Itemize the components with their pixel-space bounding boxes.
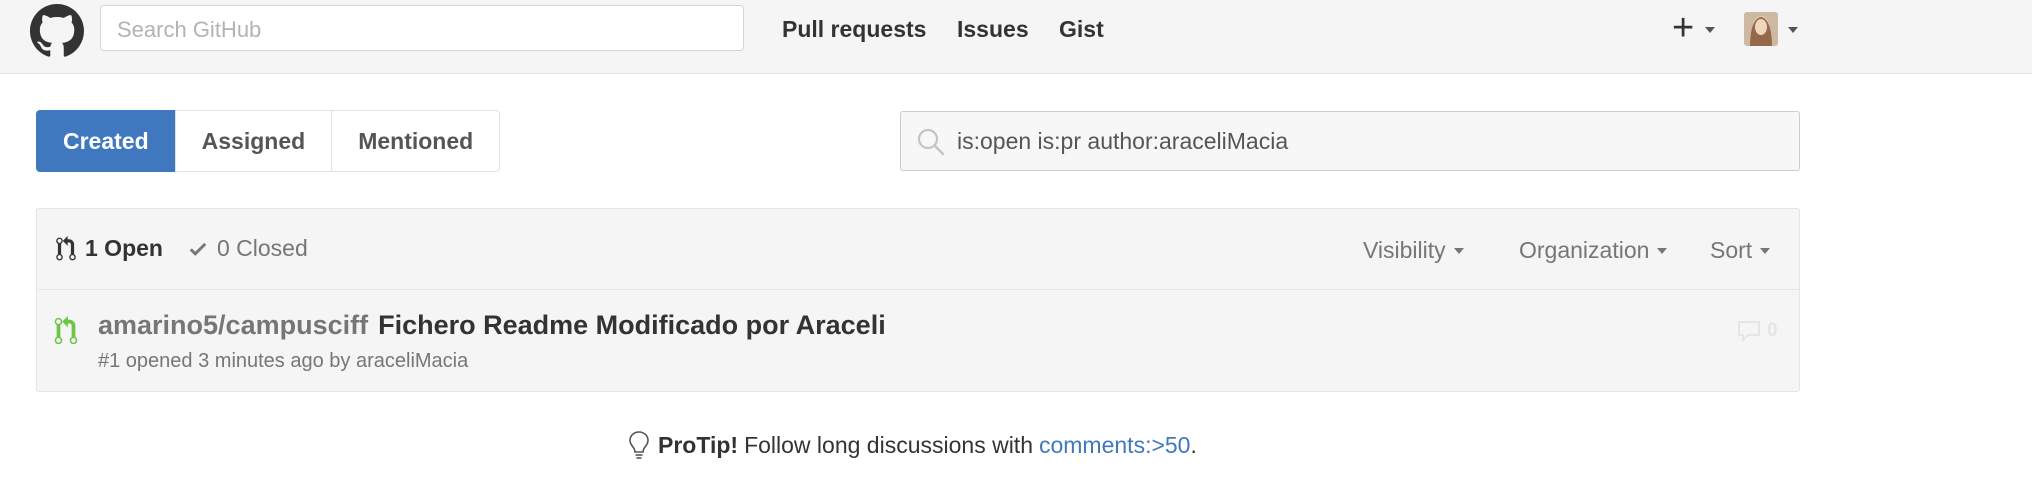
open-pull-request-icon	[54, 316, 78, 345]
protip-label: ProTip!	[658, 431, 739, 458]
avatar-image	[1744, 12, 1778, 46]
create-new-button[interactable]: +	[1672, 4, 1715, 52]
filter-search-input[interactable]: is:open is:pr author:araceliMacia	[900, 111, 1800, 171]
list-header: 1 Open 0 Closed Visibility Organization …	[37, 209, 1799, 290]
light-bulb-icon	[629, 431, 649, 459]
pr-title-link[interactable]: Fichero Readme Modificado por Araceli	[378, 310, 886, 340]
pr-meta: #1 opened 3 minutes ago by araceliMacia	[98, 350, 469, 372]
nav-pull-requests[interactable]: Pull requests	[782, 16, 926, 43]
search-icon	[917, 128, 945, 156]
protip: ProTip! Follow long discussions with com…	[628, 430, 1197, 460]
closed-count-label: 0 Closed	[216, 235, 308, 261]
tab-mentioned[interactable]: Mentioned	[331, 110, 501, 172]
repo-link[interactable]: amarino5/campusciff	[98, 310, 368, 340]
visibility-dropdown[interactable]: Visibility	[1363, 237, 1464, 264]
pull-request-icon	[56, 235, 76, 260]
organization-dropdown[interactable]: Organization	[1519, 237, 1668, 264]
chevron-down-icon	[1453, 247, 1464, 254]
protip-link[interactable]: comments:>50	[1039, 432, 1191, 459]
comments-count-label: 0	[1767, 320, 1778, 341]
issues-subnav: Created Assigned Mentioned	[36, 110, 501, 172]
pull-requests-list: 1 Open 0 Closed Visibility Organization …	[36, 208, 1800, 392]
nav-gist[interactable]: Gist	[1059, 16, 1104, 43]
nav-issues[interactable]: Issues	[957, 16, 1029, 43]
check-icon	[189, 242, 207, 256]
github-logo-icon[interactable]	[30, 4, 84, 58]
site-header: Search GitHub Pull requests Issues Gist …	[0, 0, 2032, 74]
sort-label: Sort	[1710, 237, 1753, 263]
protip-period: .	[1190, 431, 1197, 458]
visibility-label: Visibility	[1363, 237, 1446, 263]
comments-count[interactable]: 0	[1737, 320, 1778, 342]
plus-icon: +	[1672, 7, 1695, 49]
state-toggle: 1 Open 0 Closed	[55, 235, 308, 262]
chevron-down-icon	[1760, 247, 1771, 254]
closed-filter-link[interactable]: 0 Closed	[187, 235, 308, 262]
filter-query: is:open is:pr author:araceliMacia	[957, 128, 1289, 154]
protip-text: Follow long discussions with	[744, 431, 1033, 458]
chevron-down-icon	[1704, 26, 1715, 33]
chevron-down-icon	[1657, 247, 1668, 254]
pr-title-line: amarino5/campusciff Fichero Readme Modifi…	[98, 310, 886, 341]
avatar[interactable]	[1744, 12, 1778, 46]
sort-dropdown[interactable]: Sort	[1710, 237, 1771, 264]
tab-created[interactable]: Created	[36, 110, 176, 172]
avatar-chevron-down-icon[interactable]	[1788, 27, 1798, 33]
search-input[interactable]: Search GitHub	[100, 5, 744, 51]
table-row[interactable]: amarino5/campusciff Fichero Readme Modifi…	[37, 290, 1799, 391]
organization-label: Organization	[1519, 237, 1650, 263]
open-filter-link[interactable]: 1 Open	[55, 235, 163, 262]
tab-assigned[interactable]: Assigned	[174, 110, 333, 172]
comment-icon	[1738, 321, 1760, 342]
open-count-label: 1 Open	[85, 235, 163, 261]
